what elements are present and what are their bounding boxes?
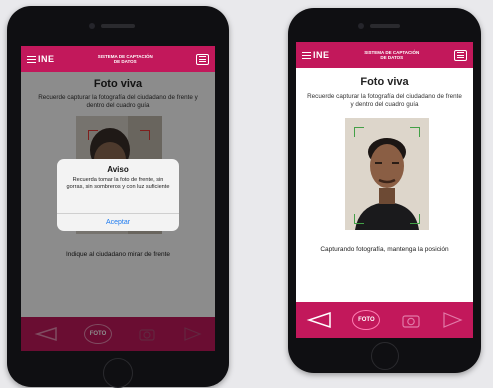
phone-left: INE SISTEMA DE CAPTACIÓN DE DATOS Foto v… bbox=[7, 6, 229, 388]
status-text: Capturando fotografía, mantenga la posic… bbox=[320, 246, 449, 253]
camera-button[interactable] bbox=[401, 311, 421, 329]
guide-corner bbox=[410, 214, 420, 224]
camera-preview bbox=[345, 118, 429, 230]
back-arrow-icon bbox=[306, 311, 331, 329]
foto-label: FOTO bbox=[358, 317, 375, 323]
header-title: SISTEMA DE CAPTACIÓN DE DATOS bbox=[364, 50, 420, 60]
home-button[interactable] bbox=[103, 358, 133, 388]
dialog-message: Recuerda tomar la foto de frente, sin go… bbox=[66, 177, 170, 191]
phone-right: INE SISTEMA DE CAPTACIÓN DE DATOS Foto v… bbox=[288, 8, 481, 373]
dialog-title: Aviso bbox=[107, 165, 129, 174]
back-button[interactable] bbox=[306, 311, 332, 329]
speaker bbox=[370, 24, 400, 28]
home-button[interactable] bbox=[371, 342, 399, 370]
camera-icon bbox=[402, 315, 420, 328]
header-title: SISTEMA DE CAPTACIÓN DE DATOS bbox=[97, 54, 153, 64]
guide-corner bbox=[410, 127, 420, 137]
guide-corner bbox=[354, 214, 364, 224]
forward-arrow-icon bbox=[443, 312, 463, 328]
front-camera bbox=[358, 23, 364, 29]
speaker bbox=[101, 24, 135, 28]
instruction-text: Recuerde capturar la fotografía del ciud… bbox=[307, 93, 462, 108]
menu-icon[interactable] bbox=[453, 49, 467, 61]
foto-button[interactable]: FOTO bbox=[352, 310, 381, 330]
ine-logo: INE bbox=[27, 54, 55, 64]
app-screen-left: INE SISTEMA DE CAPTACIÓN DE DATOS Foto v… bbox=[21, 46, 215, 351]
ine-logo: INE bbox=[302, 50, 330, 60]
logo-mark-icon bbox=[27, 55, 36, 63]
app-screen-right: INE SISTEMA DE CAPTACIÓN DE DATOS Foto v… bbox=[296, 42, 473, 338]
logo-text: INE bbox=[313, 50, 330, 60]
app-header: INE SISTEMA DE CAPTACIÓN DE DATOS bbox=[296, 42, 473, 68]
menu-icon[interactable] bbox=[195, 53, 209, 65]
app-header: INE SISTEMA DE CAPTACIÓN DE DATOS bbox=[21, 46, 215, 72]
forward-button[interactable] bbox=[441, 311, 463, 329]
logo-text: INE bbox=[38, 54, 55, 64]
page-title: Foto viva bbox=[360, 76, 409, 88]
guide-corner bbox=[354, 127, 364, 137]
accept-button[interactable]: Aceptar bbox=[57, 213, 179, 231]
alert-dialog: Aviso Recuerda tomar la foto de frente, … bbox=[57, 159, 179, 231]
bottom-nav: FOTO bbox=[296, 302, 473, 338]
logo-mark-icon bbox=[302, 51, 311, 59]
front-camera bbox=[89, 23, 95, 29]
